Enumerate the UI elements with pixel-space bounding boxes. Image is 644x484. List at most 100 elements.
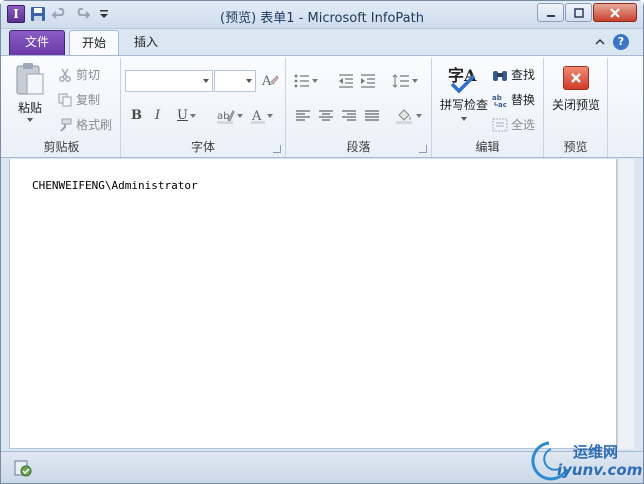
- select-all-icon: [492, 117, 508, 133]
- paragraph-group-label: 段落: [346, 140, 371, 154]
- line-spacing-icon: [392, 74, 409, 88]
- cut-button[interactable]: 剪切: [57, 66, 100, 83]
- decrease-indent-button[interactable]: [338, 74, 354, 88]
- format-painter-icon: [57, 117, 73, 133]
- align-left-icon: [296, 110, 310, 121]
- binoculars-icon: [492, 67, 508, 83]
- title-bar: I (预览) 表单1 - Microsoft InfoPath: [1, 1, 643, 29]
- font-color-button[interactable]: A: [251, 108, 273, 124]
- find-button[interactable]: 查找: [492, 66, 535, 83]
- paragraph-dialog-launcher-icon[interactable]: [419, 145, 427, 153]
- minimize-button[interactable]: [537, 3, 564, 22]
- font-name-combo[interactable]: [125, 70, 213, 92]
- select-all-button[interactable]: 全选: [492, 116, 535, 133]
- spell-check-label: 拼写检查: [439, 98, 488, 112]
- user-name-field[interactable]: CHENWEIFENG\Administrator: [32, 179, 198, 192]
- close-preview-button[interactable]: 关闭预览: [546, 66, 606, 113]
- site-watermark: 运维网 iyunv.com: [529, 439, 643, 483]
- svg-text:ac: ac: [498, 101, 507, 107]
- replace-label: 替换: [511, 93, 536, 107]
- clipboard-group-label: 剪贴板: [43, 140, 80, 154]
- watermark-text-url: iyunv.com: [557, 461, 643, 479]
- copy-button[interactable]: 复制: [57, 91, 100, 108]
- justify-button[interactable]: [365, 110, 379, 122]
- line-spacing-button[interactable]: [392, 74, 418, 88]
- ribbon: 粘贴 剪切 复制 格式刷 剪贴板 A B I U ab A 字体 段落 字A 拼…: [1, 55, 643, 158]
- group-preview: 关闭预览 预览: [544, 58, 608, 157]
- font-color-icon: A: [251, 109, 265, 124]
- maximize-button[interactable]: [565, 3, 592, 22]
- window-controls: [537, 3, 637, 22]
- increase-indent-button[interactable]: [360, 74, 376, 88]
- font-dialog-launcher-icon[interactable]: [273, 145, 281, 153]
- close-preview-icon: [563, 66, 589, 90]
- minimize-ribbon-icon[interactable]: [595, 38, 605, 46]
- copy-label: 复制: [76, 93, 101, 107]
- italic-icon: I: [155, 108, 161, 123]
- paste-dropdown-icon[interactable]: [27, 118, 33, 122]
- vertical-scrollbar[interactable]: [617, 159, 634, 449]
- close-preview-label: 关闭预览: [551, 98, 600, 112]
- font-size-dropdown-icon: [246, 79, 252, 83]
- font-group-label: 字体: [190, 140, 215, 154]
- line-spacing-dropdown-icon: [412, 79, 418, 83]
- help-icon[interactable]: ?: [613, 34, 629, 50]
- svg-text:A: A: [261, 74, 272, 88]
- editing-group-label: 编辑: [475, 140, 500, 154]
- bullets-icon: [294, 74, 309, 88]
- shading-button[interactable]: [396, 108, 422, 124]
- ribbon-help-area: ?: [595, 34, 629, 50]
- form-canvas: CHENWEIFENG\Administrator: [9, 159, 617, 449]
- bold-icon: B: [131, 108, 142, 123]
- group-editing: 字A 拼写检查 查找 ab ac 替换 全选 编辑: [432, 58, 544, 157]
- form-status-icon[interactable]: [13, 458, 33, 478]
- close-window-button[interactable]: [593, 3, 637, 22]
- app-window: I (预览) 表单1 - Microsoft InfoPath 文件 开始 插入…: [0, 0, 644, 484]
- underline-icon: U: [177, 108, 188, 123]
- format-painter-label: 格式刷: [76, 118, 113, 132]
- tab-home[interactable]: 开始: [69, 30, 119, 55]
- paint-bucket-icon: [396, 109, 412, 124]
- align-right-icon: [342, 110, 356, 121]
- find-label: 查找: [511, 68, 536, 82]
- paste-icon: [16, 63, 44, 95]
- font-size-combo[interactable]: [214, 70, 256, 92]
- ribbon-tab-row: 文件 开始 插入 ?: [1, 29, 643, 55]
- align-left-button[interactable]: [296, 110, 310, 122]
- clear-formatting-icon: A: [261, 74, 279, 88]
- clear-formatting-button[interactable]: A: [261, 72, 279, 88]
- justify-icon: [365, 110, 379, 121]
- tab-insert[interactable]: 插入: [125, 30, 167, 55]
- highlight-button[interactable]: ab: [217, 108, 243, 124]
- spell-check-dropdown-icon[interactable]: [461, 117, 467, 121]
- copy-icon: [57, 92, 73, 108]
- underline-dropdown-icon: [189, 113, 196, 118]
- cut-label: 剪切: [76, 68, 101, 82]
- spell-check-icon: 字A: [436, 62, 492, 96]
- highlight-dropdown-icon: [237, 114, 243, 118]
- italic-button[interactable]: I: [155, 108, 160, 123]
- select-all-label: 全选: [511, 118, 536, 132]
- align-right-button[interactable]: [342, 110, 356, 122]
- increase-indent-icon: [361, 74, 375, 88]
- paste-button[interactable]: 粘贴: [7, 62, 53, 122]
- bullets-button[interactable]: [294, 74, 318, 88]
- replace-icon: ab ac: [492, 92, 508, 108]
- watermark-text-cn: 运维网: [573, 443, 619, 461]
- highlight-icon: ab: [217, 110, 235, 124]
- bold-button[interactable]: B: [131, 108, 142, 123]
- tab-file[interactable]: 文件: [9, 30, 65, 55]
- font-color-dropdown-icon: [267, 114, 273, 118]
- font-name-dropdown-icon: [203, 79, 209, 83]
- replace-button[interactable]: ab ac 替换: [492, 91, 535, 108]
- format-painter-button[interactable]: 格式刷: [57, 116, 112, 133]
- shading-dropdown-icon: [416, 114, 422, 118]
- underline-button[interactable]: U: [177, 108, 196, 123]
- spell-check-button[interactable]: 字A 拼写检查: [436, 62, 492, 121]
- group-clipboard: 粘贴 剪切 复制 格式刷 剪贴板: [3, 58, 121, 157]
- decrease-indent-icon: [339, 74, 353, 88]
- group-paragraph: 段落: [286, 58, 432, 157]
- group-font: A B I U ab A 字体: [121, 58, 286, 157]
- preview-group-label: 预览: [563, 140, 588, 154]
- align-center-button[interactable]: [319, 110, 333, 122]
